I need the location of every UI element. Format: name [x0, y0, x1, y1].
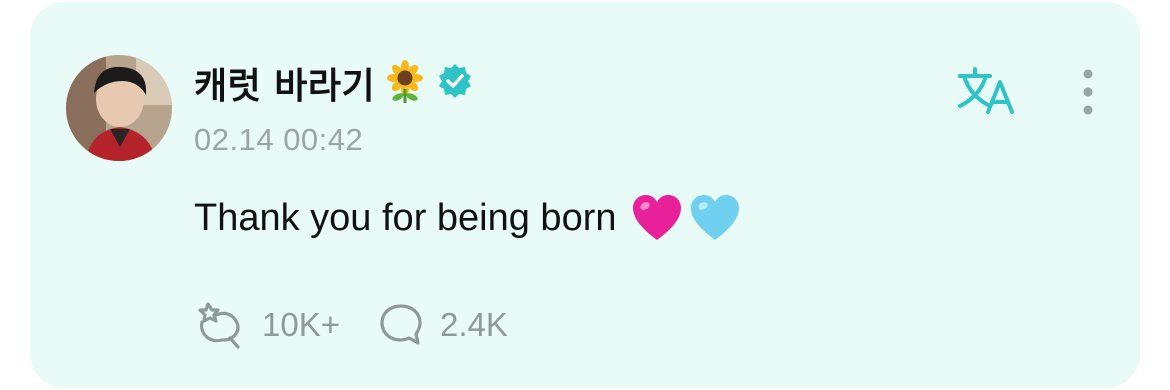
post-card[interactable]: 캐럿 바라기 02.14 00:42 Thank you for being b…	[30, 2, 1140, 388]
comment-bubble-icon	[380, 304, 422, 345]
avatar[interactable]	[66, 55, 172, 161]
comment-button[interactable]: 2.4K	[378, 302, 508, 348]
fan-reaction-icon	[198, 302, 240, 349]
translate-icon	[958, 67, 1014, 114]
translate-button[interactable]	[956, 64, 1020, 120]
more-options-button[interactable]	[1076, 68, 1100, 124]
comment-count: 2.4K	[440, 306, 508, 343]
sunflower-icon	[383, 59, 427, 108]
post-timestamp: 02.14 00:42	[194, 122, 364, 157]
reaction-button[interactable]: 10K+	[192, 300, 340, 350]
reaction-count: 10K+	[262, 306, 340, 343]
light-blue-heart-icon	[690, 195, 739, 240]
more-vertical-icon	[1083, 69, 1093, 115]
post-text: Thank you for being born	[194, 196, 617, 239]
post-actions: 10K+ 2.4K	[192, 300, 508, 350]
post-body: Thank you for being born	[194, 194, 741, 242]
pink-heart-icon	[632, 195, 681, 240]
author-name[interactable]: 캐럿 바라기	[194, 57, 375, 109]
verified-badge-icon	[437, 63, 473, 104]
